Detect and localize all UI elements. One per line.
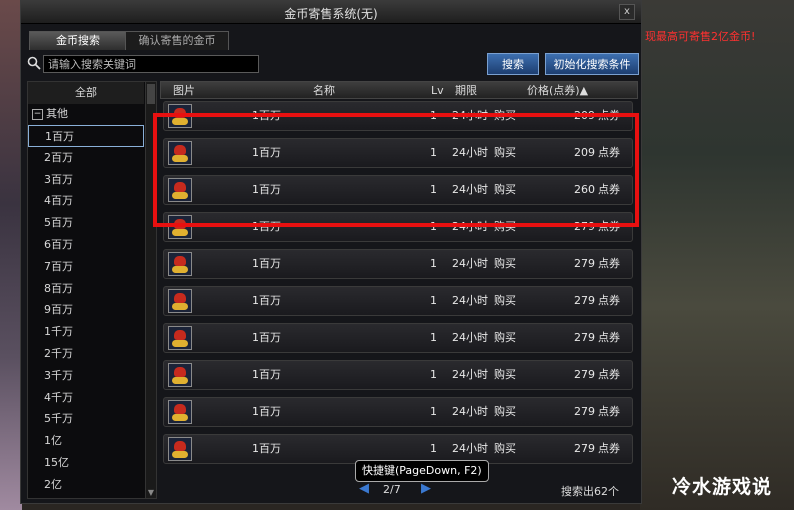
table-row[interactable]: 1百万 1 24小时 购买 279 点券 <box>163 249 633 279</box>
collapse-icon[interactable]: − <box>32 108 43 120</box>
category-item[interactable]: 2亿 <box>28 474 160 496</box>
row-price: 279 <box>574 331 595 344</box>
window-title: 金币寄售系统(无) <box>284 7 378 21</box>
table-row[interactable]: 1百万 1 24小时 购买 279 点券 <box>163 360 633 390</box>
row-duration: 24小时 <box>452 442 488 455</box>
pager: ◀ 2/7 ▶ <box>355 481 475 497</box>
category-item[interactable]: 4百万 <box>28 190 160 212</box>
category-all[interactable]: 全部 <box>28 82 144 104</box>
category-sidebar: 全部 − 其他 1百万 2百万 3百万 4百万 5百万 6百万 7百万 8百万 9百万 1千万 2千万… <box>27 81 157 499</box>
row-level: 1 <box>430 442 437 455</box>
tab-gold-search[interactable]: 金币搜索 <box>29 31 127 50</box>
buy-button[interactable]: 购买 <box>494 250 516 278</box>
category-item[interactable]: 1百万 <box>28 125 144 147</box>
row-duration: 24小时 <box>452 331 488 344</box>
game-background-right <box>640 0 794 510</box>
reset-search-button[interactable]: 初始化搜索条件 <box>545 53 639 75</box>
scroll-down-icon[interactable]: ▼ <box>146 488 156 498</box>
row-name: 1百万 <box>252 331 281 344</box>
row-duration: 24小时 <box>452 405 488 418</box>
row-price: 279 <box>574 294 595 307</box>
row-price: 279 <box>574 442 595 455</box>
search-button[interactable]: 搜索 <box>487 53 539 75</box>
row-name: 1百万 <box>252 294 281 307</box>
watermark: 冷水游戏说 <box>672 476 773 498</box>
row-price-unit: 点券 <box>598 331 620 344</box>
row-name: 1百万 <box>252 442 281 455</box>
table-row[interactable]: 1百万 1 24小时 购买 279 点券 <box>163 323 633 353</box>
row-duration: 24小时 <box>452 257 488 270</box>
tab-confirm-consigned[interactable]: 确认寄售的金币 <box>125 31 229 50</box>
gold-sack-icon[interactable] <box>168 326 192 350</box>
header-level[interactable]: Lv <box>431 82 444 100</box>
category-item[interactable]: 1亿 <box>28 430 160 452</box>
row-name: 1百万 <box>252 368 281 381</box>
category-item[interactable]: 15亿 <box>28 452 160 474</box>
row-name: 1百万 <box>252 257 281 270</box>
gold-sack-icon[interactable] <box>168 437 192 461</box>
buy-button[interactable]: 购买 <box>494 361 516 389</box>
gold-sack-icon[interactable] <box>168 252 192 276</box>
category-item[interactable]: 3千万 <box>28 365 160 387</box>
row-price-unit: 点券 <box>598 368 620 381</box>
gold-sack-icon[interactable] <box>168 363 192 387</box>
row-price-unit: 点券 <box>598 257 620 270</box>
row-level: 1 <box>430 368 437 381</box>
row-duration: 24小时 <box>452 368 488 381</box>
gold-consignment-window: 金币寄售系统(无) x 金币搜索 确认寄售的金币 搜索 初始化搜索条件 全部 −… <box>20 0 642 504</box>
row-price: 279 <box>574 368 595 381</box>
buy-button[interactable]: 购买 <box>494 435 516 463</box>
gold-sack-icon[interactable] <box>168 289 192 313</box>
row-level: 1 <box>430 294 437 307</box>
category-item[interactable]: 9百万 <box>28 299 160 321</box>
buy-button[interactable]: 购买 <box>494 324 516 352</box>
row-level: 1 <box>430 405 437 418</box>
category-item[interactable]: 3百万 <box>28 169 160 191</box>
row-price: 279 <box>574 257 595 270</box>
category-item[interactable]: 6百万 <box>28 234 160 256</box>
category-item[interactable]: 7百万 <box>28 256 160 278</box>
category-item[interactable]: 4千万 <box>28 387 160 409</box>
row-price-unit: 点券 <box>598 442 620 455</box>
gold-sack-icon[interactable] <box>168 400 192 424</box>
category-group-other[interactable]: − 其他 <box>28 103 148 125</box>
game-background-left <box>0 0 22 510</box>
next-page-icon[interactable]: ▶ <box>421 481 431 496</box>
category-item[interactable]: 2千万 <box>28 343 160 365</box>
close-button[interactable]: x <box>619 4 635 20</box>
max-consignment-notice: 现最高可寄售2亿金币! <box>645 30 756 43</box>
search-input[interactable] <box>43 55 259 73</box>
header-image: 图片 <box>173 84 195 97</box>
prev-page-icon[interactable]: ◀ <box>359 481 369 496</box>
row-level: 1 <box>430 257 437 270</box>
buy-button[interactable]: 购买 <box>494 287 516 315</box>
category-item[interactable]: 5千万 <box>28 408 160 430</box>
pager-tooltip: 快捷键(PageDown, F2) <box>355 460 489 482</box>
row-price: 279 <box>574 405 595 418</box>
row-name: 1百万 <box>252 405 281 418</box>
row-duration: 24小时 <box>452 294 488 307</box>
table-row[interactable]: 1百万 1 24小时 购买 279 点券 <box>163 397 633 427</box>
result-count: 搜索出62个 <box>561 485 619 498</box>
category-item[interactable]: 1千万 <box>28 321 160 343</box>
category-group-label: 其他 <box>46 107 68 120</box>
category-item[interactable]: 5百万 <box>28 212 160 234</box>
category-item[interactable]: 2百万 <box>28 147 160 169</box>
row-price-unit: 点券 <box>598 405 620 418</box>
table-row[interactable]: 1百万 1 24小时 购买 279 点券 <box>163 286 633 316</box>
search-icon <box>27 56 41 70</box>
highlight-box <box>153 113 639 227</box>
buy-button[interactable]: 购买 <box>494 398 516 426</box>
header-name[interactable]: 名称 <box>313 82 335 100</box>
header-duration[interactable]: 期限 <box>455 82 477 100</box>
header-price[interactable]: 价格(点券)▲ <box>527 82 588 100</box>
scrollbar-thumb[interactable] <box>147 84 155 104</box>
row-level: 1 <box>430 331 437 344</box>
title-bar[interactable]: 金币寄售系统(无) x <box>21 1 641 24</box>
row-price-unit: 点券 <box>598 294 620 307</box>
page-indicator: 2/7 <box>383 483 401 496</box>
category-item[interactable]: 8百万 <box>28 278 160 300</box>
